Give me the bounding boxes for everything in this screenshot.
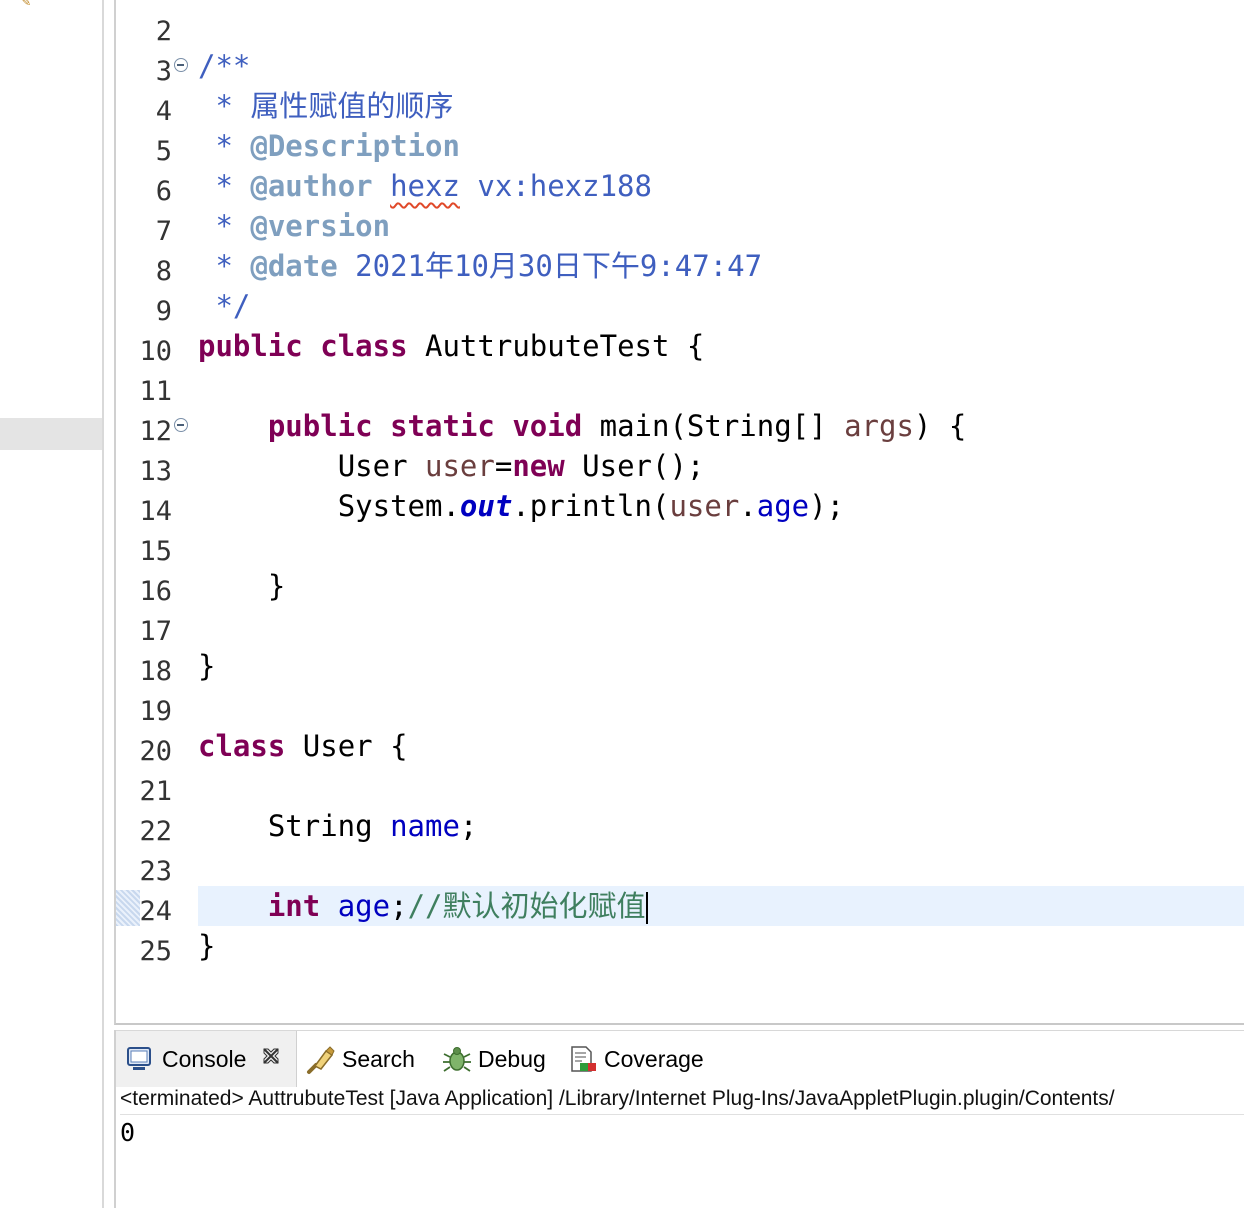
tab-search[interactable]: Search <box>306 1031 415 1087</box>
console-output[interactable]: 0 <box>120 1118 135 1148</box>
console-panel: Console Search Debug Coverage <terminate… <box>114 1030 1244 1208</box>
code-editor[interactable]: 2 3 /** 4 * 属性赋值的顺序 5 * @Description 6 *… <box>114 0 1244 1025</box>
code-line: 5 * @Description <box>116 126 1244 167</box>
javadoc-line: * @version <box>198 206 390 246</box>
debug-icon <box>442 1045 471 1073</box>
statement: System.out.println(user.age); <box>337 489 845 523</box>
code-line: 13 User user=new User(); <box>116 446 1244 487</box>
package-explorer-strip: ✎ <box>0 0 104 1208</box>
code-line: 23 <box>116 846 1244 887</box>
line-comment: //默认初始化赋值 <box>407 889 646 923</box>
code-line: 15 <box>116 526 1244 567</box>
code-line: 11 <box>116 366 1244 407</box>
code-line: 9 */ <box>116 286 1244 327</box>
search-icon <box>306 1045 335 1074</box>
code-line: 25 } <box>116 926 1244 967</box>
current-code-line: 24 int age;//默认初始化赋值 <box>116 886 1244 927</box>
javadoc-tag: @author <box>250 169 373 203</box>
javadoc-tag: @version <box>250 209 391 243</box>
close-icon[interactable] <box>260 1045 282 1073</box>
closing-brace: } <box>198 649 216 683</box>
closing-brace: } <box>267 569 286 603</box>
code-line: 7 * @version <box>116 206 1244 247</box>
statement: User user=new User(); <box>337 449 705 483</box>
code-line: 18 } <box>116 646 1244 687</box>
field-declaration: int age;//默认初始化赋值 <box>198 886 649 926</box>
javadoc-text: * 属性赋值的顺序 <box>198 89 454 123</box>
code-line: 4 * 属性赋值的顺序 <box>116 86 1244 127</box>
code-line: 14 System.out.println(user.age); <box>116 486 1244 527</box>
javadoc-star: * <box>198 129 251 163</box>
code-line: 22 String name; <box>116 806 1244 847</box>
javadoc-line: * @author hexz vx:hexz188 <box>198 166 652 206</box>
closing-brace: } <box>198 929 216 963</box>
code-line: 21 <box>116 766 1244 807</box>
code-line: 6 * @author hexz vx:hexz188 <box>116 166 1244 207</box>
tab-label: Debug <box>478 1045 546 1072</box>
code-line: 19 <box>116 686 1244 727</box>
code-line: 10 public class AuttrubuteTest { <box>116 326 1244 367</box>
javadoc-open: /** <box>198 49 251 83</box>
tab-label: Console <box>162 1045 247 1072</box>
code-line: 3 /** <box>116 46 1244 87</box>
selected-tree-row[interactable] <box>0 418 102 450</box>
tab-label: Search <box>342 1045 415 1072</box>
javadoc-star: * <box>198 249 251 283</box>
javadoc-star: * <box>198 169 251 203</box>
line-number: 25 <box>139 936 172 967</box>
tab-label: Coverage <box>604 1045 704 1072</box>
method-declaration: public static void main(String[] args) { <box>267 409 967 443</box>
author-name: hexz <box>390 169 460 203</box>
code-line: 8 * @date 2021年10月30日下午9:47:47 <box>116 246 1244 287</box>
coverage-icon <box>568 1045 596 1073</box>
console-icon <box>126 1045 154 1073</box>
tab-debug[interactable]: Debug <box>442 1031 546 1087</box>
date-text: 2021年10月30日下午9:47:47 <box>337 249 763 283</box>
code-line: 12 public static void main(String[] args… <box>116 406 1244 447</box>
tab-console[interactable]: Console <box>116 1031 298 1087</box>
text-cursor <box>646 892 649 924</box>
console-process-description: <terminated> AuttrubuteTest [Java Applic… <box>120 1086 1244 1115</box>
field-declaration: String name; <box>267 809 478 843</box>
view-tab-bar: Console Search Debug Coverage <box>116 1030 1244 1087</box>
class-declaration: public class AuttrubuteTest { <box>198 329 705 363</box>
javadoc-tag: @date <box>250 249 338 283</box>
class-declaration: class User { <box>198 729 408 763</box>
fold-collapse-icon[interactable] <box>174 418 188 432</box>
author-contact: vx:hexz188 <box>459 169 652 203</box>
javadoc-star: * <box>198 209 251 243</box>
javadoc-close: */ <box>198 289 251 323</box>
code-line: 16 } <box>116 566 1244 607</box>
code-line: 20 class User { <box>116 726 1244 767</box>
javadoc-tag: @Description <box>250 129 460 163</box>
fold-collapse-icon[interactable] <box>174 58 188 72</box>
javadoc-line: * @Description <box>198 126 460 166</box>
code-line: 17 <box>116 606 1244 647</box>
tab-coverage[interactable]: Coverage <box>568 1031 704 1087</box>
code-line: 2 <box>116 6 1244 47</box>
javadoc-line: * @date 2021年10月30日下午9:47:47 <box>198 246 762 286</box>
pencil-icon: ✎ <box>22 0 31 10</box>
